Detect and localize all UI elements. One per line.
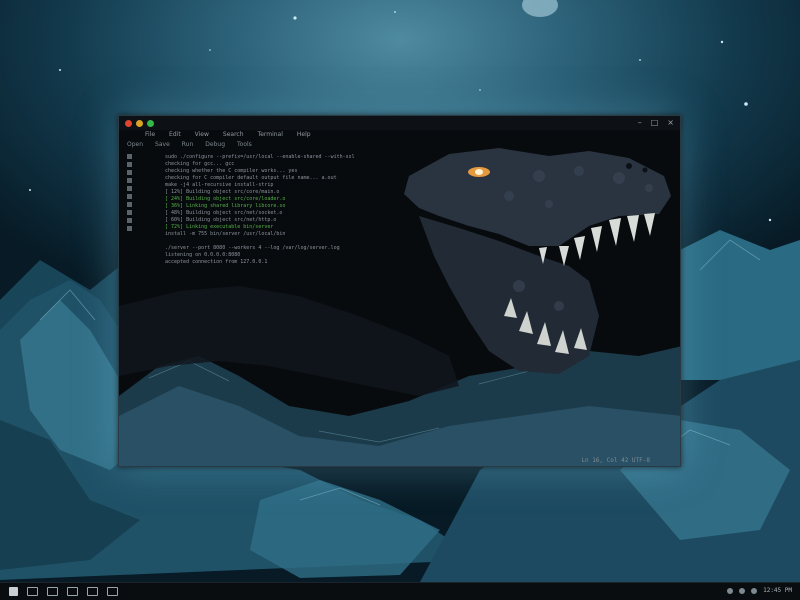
files-icon[interactable] <box>87 587 98 596</box>
folder-icon[interactable] <box>27 587 38 596</box>
terminal-line: checking for C compiler default output f… <box>165 175 337 181</box>
gutter-marker <box>127 194 132 199</box>
terminal-window[interactable]: – □ × File Edit View Search Terminal Hel… <box>118 115 681 467</box>
menu-terminal[interactable]: Terminal <box>258 131 283 139</box>
toolbar-open[interactable]: Open <box>127 141 143 149</box>
window-traffic-lights <box>125 119 154 127</box>
terminal-line: [ 60%] Building object src/net/http.o <box>165 217 277 223</box>
window-titlebar[interactable]: – □ × <box>119 116 680 130</box>
toolbar-tools[interactable]: Tools <box>237 141 252 149</box>
gutter-marker <box>127 210 132 215</box>
terminal-line: checking for gcc... gcc <box>165 161 235 167</box>
network-icon[interactable] <box>727 587 734 594</box>
terminal-line: sudo ./configure --prefix=/usr/local --e… <box>165 154 355 160</box>
gutter-marker <box>127 218 132 223</box>
minimize-dot-icon[interactable] <box>136 119 143 127</box>
toolbar: Open Save Run Debug Tools <box>119 140 680 150</box>
taskbar-apps <box>9 587 118 596</box>
menu-bar: File Edit View Search Terminal Help <box>119 130 680 140</box>
terminal-line: [ 12%] Building object src/core/main.o <box>165 189 280 195</box>
menu-help[interactable]: Help <box>297 131 311 139</box>
terminal-output[interactable]: sudo ./configure --prefix=/usr/local --e… <box>165 154 495 266</box>
terminal-line: [ 72%] Linking executable bin/server <box>165 224 274 230</box>
system-tray: 12:45 PM <box>727 587 792 594</box>
browser-icon[interactable] <box>47 587 58 596</box>
window-controls: – □ × <box>638 118 674 128</box>
close-dot-icon[interactable] <box>125 119 132 127</box>
menu-edit[interactable]: Edit <box>169 131 181 139</box>
menu-view[interactable]: View <box>195 131 209 139</box>
close-button[interactable]: × <box>667 118 674 128</box>
minimize-button[interactable]: – <box>638 118 642 128</box>
gutter-marker <box>127 202 132 207</box>
gutter-marker <box>127 178 132 183</box>
taskbar: 12:45 PM <box>0 582 800 600</box>
settings-icon[interactable] <box>107 587 118 596</box>
terminal-icon[interactable] <box>67 587 78 596</box>
menu-search[interactable]: Search <box>223 131 244 139</box>
taskbar-clock[interactable]: 12:45 PM <box>763 587 792 594</box>
status-bar: Ln 16, Col 42 UTF-8 <box>581 457 650 464</box>
gutter-marker <box>127 154 132 159</box>
toolbar-debug[interactable]: Debug <box>205 141 225 149</box>
terminal-line: [ 48%] Building object src/net/socket.o <box>165 210 283 216</box>
moon-shape <box>522 0 558 17</box>
volume-icon[interactable] <box>739 587 746 594</box>
terminal-line: ./server --port 8080 --workers 4 --log /… <box>165 245 340 251</box>
terminal-line: [ 24%] Building object src/core/loader.o <box>165 196 286 202</box>
gutter-marker <box>127 186 132 191</box>
toolbar-save[interactable]: Save <box>155 141 170 149</box>
toolbar-run[interactable]: Run <box>182 141 194 149</box>
menu-file[interactable]: File <box>145 131 155 139</box>
battery-icon[interactable] <box>751 587 758 594</box>
maximize-button[interactable]: □ <box>651 118 659 128</box>
terminal-line: listening on 0.0.0.0:8080 <box>165 252 241 258</box>
side-gutter <box>127 154 137 264</box>
gutter-marker <box>127 170 132 175</box>
terminal-line: checking whether the C compiler works...… <box>165 168 298 174</box>
start-icon[interactable] <box>9 587 18 596</box>
gutter-marker <box>127 162 132 167</box>
gutter-marker <box>127 226 132 231</box>
maximize-dot-icon[interactable] <box>147 119 154 127</box>
terminal-line: [ 36%] Linking shared library libcore.so <box>165 203 286 209</box>
terminal-line: install -m 755 bin/server /usr/local/bin <box>165 231 286 237</box>
terminal-line: make -j4 all-recursive install-strip <box>165 182 274 188</box>
terminal-line: accepted connection from 127.0.0.1 <box>165 259 268 265</box>
